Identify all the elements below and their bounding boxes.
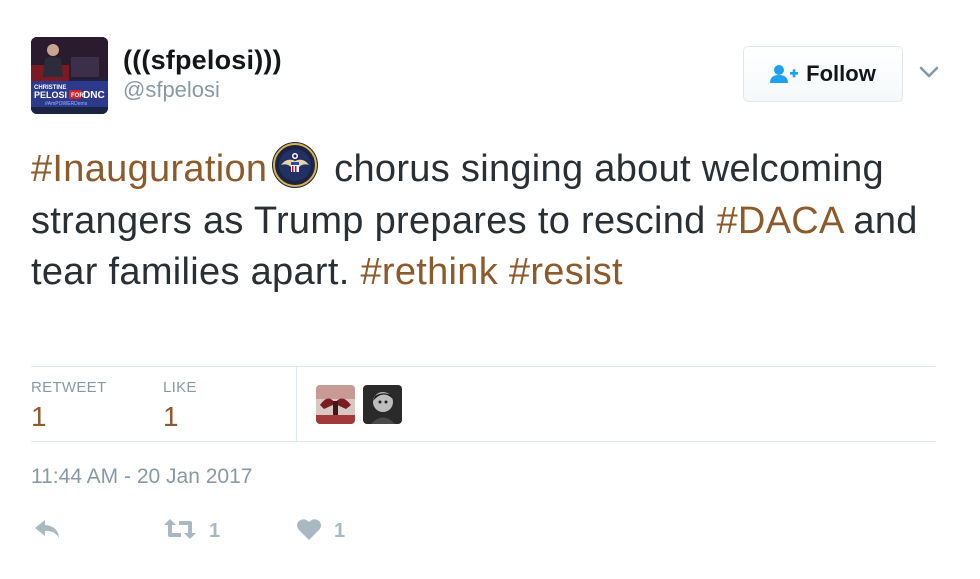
add-user-icon — [770, 64, 799, 84]
avatar-text-5: #AmPOWERDems — [45, 101, 88, 107]
hashtag-rethink[interactable]: #rethink — [360, 251, 498, 293]
tweet-timestamp[interactable]: 11:44 AM - 20 Jan 2017 — [31, 464, 252, 490]
follow-button[interactable]: Follow — [743, 46, 903, 102]
avatar[interactable]: CHRISTINE PELOSI FOR DNC #AmPOWERDems — [31, 37, 108, 114]
retweet-icon — [163, 517, 197, 546]
retweet-stat[interactable]: RETWEET 1 — [31, 379, 106, 435]
like-button[interactable]: 1 — [296, 516, 345, 546]
retweet-stat-label: RETWEET — [31, 379, 107, 396]
hashtag-resist[interactable]: #resist — [509, 251, 623, 293]
liker-avatar-1[interactable] — [316, 385, 355, 424]
display-name[interactable]: (((sfpelosi))) — [123, 44, 282, 76]
like-stat-label: LIKE — [163, 379, 197, 396]
tweet-text: #Inauguration chorus singing about welco… — [31, 141, 931, 299]
liker-avatar-2[interactable] — [363, 385, 402, 424]
avatar-text-4: DNC — [83, 90, 105, 101]
avatar-text-2: PELOSI — [34, 90, 67, 100]
retweet-stat-count[interactable]: 1 — [31, 399, 106, 435]
presidential-seal-icon — [271, 141, 319, 189]
divider-top — [31, 366, 936, 367]
avatar-image: CHRISTINE PELOSI FOR DNC #AmPOWERDems — [31, 37, 108, 114]
like-action-count: 1 — [334, 519, 346, 542]
hashtag-daca[interactable]: #DACA — [716, 200, 842, 242]
user-info[interactable]: (((sfpelosi))) @sfpelosi — [123, 44, 282, 105]
tweet-segment-3 — [498, 251, 509, 293]
retweet-button[interactable]: 1 — [163, 516, 220, 546]
follow-label: Follow — [806, 61, 876, 86]
hashtag-inauguration[interactable]: #Inauguration — [31, 148, 267, 190]
more-options-chevron-down-icon[interactable] — [918, 64, 940, 80]
retweet-action-count: 1 — [209, 519, 221, 542]
reply-icon — [33, 518, 61, 545]
like-stat-count[interactable]: 1 — [163, 399, 197, 435]
user-handle[interactable]: @sfpelosi — [123, 75, 282, 105]
heart-icon — [296, 517, 322, 546]
like-stat[interactable]: LIKE 1 — [163, 379, 197, 435]
reply-button[interactable] — [33, 516, 61, 546]
stats-vertical-divider — [296, 367, 297, 441]
divider-bottom — [31, 441, 936, 442]
tweet-card: CHRISTINE PELOSI FOR DNC #AmPOWERDems ((… — [0, 0, 980, 579]
